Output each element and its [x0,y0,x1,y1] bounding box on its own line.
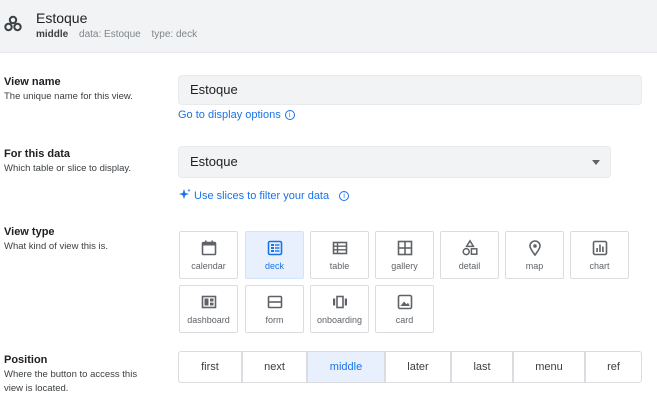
view-type-map[interactable]: map [505,231,564,279]
view-type-label: calendar [191,261,226,271]
view-name-title: View name [4,76,61,88]
view-type-label: form [265,315,284,325]
view-type-tag: type: deck [151,29,198,40]
caret-down-icon [592,160,600,165]
view-type-deck[interactable]: deck [245,231,304,279]
view-type-gallery[interactable]: gallery [375,231,434,279]
view-type-label: detail [458,261,481,271]
position-option-later[interactable]: later [385,351,451,383]
position-option-last[interactable]: last [451,351,513,383]
view-name-description: The unique name for this view. [4,91,133,102]
view-name-input[interactable]: Estoque [178,75,642,105]
view-type-title: View type [4,226,55,238]
deck-icon [267,240,282,256]
display-options-link-label: Go to display options [178,109,281,121]
slices-link-label: Use slices to filter your data [194,190,330,202]
app-icon [4,15,22,32]
view-type-label: onboarding [316,315,363,325]
position-description-line2: view is located. [4,383,69,394]
view-type-onboarding[interactable]: onboarding [310,285,369,333]
view-type-label: chart [589,261,610,271]
view-type-label: card [395,315,414,325]
view-type-label: dashboard [187,315,230,325]
gallery-icon [397,240,412,256]
table-icon [332,241,347,255]
form-icon [267,295,282,309]
view-type-form[interactable]: form [245,285,304,333]
dashboard-icon [201,295,216,309]
view-type-dashboard[interactable]: dashboard [179,285,238,333]
info-icon: i [339,191,350,201]
position-option-middle[interactable]: middle [307,351,385,383]
view-type-label: map [525,261,544,271]
position-option-ref[interactable]: ref [585,351,642,383]
view-type-label: table [329,261,350,271]
display-options-link[interactable]: Go to display options i [178,109,295,121]
view-type-label: deck [264,261,284,271]
view-type-chart[interactable]: chart [570,231,629,279]
view-meta: middle data: Estoque type: deck [36,29,197,40]
view-type-description: What kind of view this is. [4,241,109,252]
view-type-label: gallery [391,261,418,271]
table-select-value: Estoque [190,154,238,169]
view-data-tag: data: Estoque [79,29,141,40]
view-header: Estoque middle data: Estoque type: deck [0,0,657,53]
detail-icon [461,239,478,256]
map-pin-icon [528,240,541,257]
info-icon: i [284,110,295,120]
chart-icon [592,240,607,256]
position-option-next[interactable]: next [242,351,307,383]
this-data-description: Which table or slice to display. [4,163,132,174]
position-title: Position [4,354,48,366]
sparkle-icon [179,188,191,199]
view-type-detail[interactable]: detail [440,231,499,279]
position-description-line1: Where the button to access this [4,369,138,380]
view-type-calendar[interactable]: calendar [179,231,238,279]
this-data-title: For this data [4,148,71,160]
onboarding-icon [332,295,347,309]
view-position-tag: middle [36,29,69,40]
view-title: Estoque [36,10,88,26]
slices-link[interactable]: Use slices to filter your data i [178,188,350,202]
view-type-card[interactable]: card [375,285,434,333]
calendar-icon [201,240,216,256]
table-select[interactable]: Estoque [178,146,611,178]
position-option-first[interactable]: first [178,351,242,383]
position-option-menu[interactable]: menu [513,351,585,383]
view-type-table[interactable]: table [310,231,369,279]
card-icon [397,294,412,310]
